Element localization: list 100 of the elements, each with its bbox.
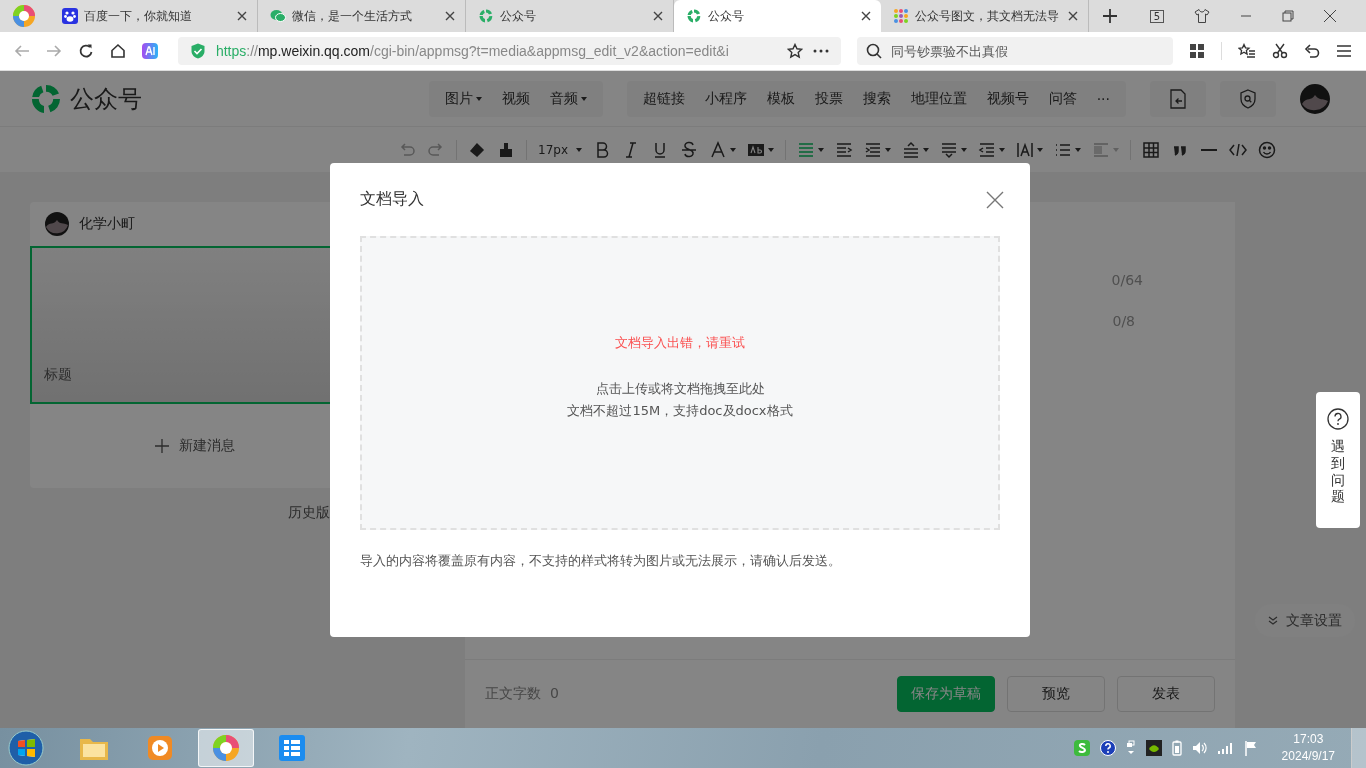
logo-title: 公众号: [70, 83, 142, 115]
close-icon[interactable]: [861, 11, 871, 21]
letter-icon[interactable]: [1016, 140, 1034, 159]
start-button[interactable]: [8, 730, 44, 766]
table-icon[interactable]: [1142, 140, 1160, 159]
new-tab-icon[interactable]: [1103, 9, 1117, 23]
dialog-title: 文档导入: [360, 189, 424, 210]
document-arrow-icon: [1170, 88, 1186, 109]
question-icon: [1327, 408, 1349, 430]
chevrons-down-icon: [1268, 615, 1278, 626]
close-icon[interactable]: [1324, 10, 1336, 22]
play-icon: [146, 734, 174, 762]
action-button[interactable]: 发表: [1117, 676, 1215, 712]
word-count: 正文字数 0: [485, 685, 559, 703]
indent-icon[interactable]: [864, 140, 882, 159]
shield-search-icon: [1239, 88, 1257, 109]
import-note: 导入的内容将覆盖原有内容，不支持的样式将转为图片或无法展示，请确认后发送。: [360, 552, 842, 570]
search-field[interactable]: 同号钞票验不出真假: [857, 37, 1174, 65]
close-icon[interactable]: [237, 11, 247, 21]
insert-menu-item[interactable]: 投票: [814, 89, 843, 108]
caret-icon[interactable]: [580, 96, 587, 101]
insert-menu-item[interactable]: 视频: [501, 89, 530, 108]
shirt-icon[interactable]: [1194, 8, 1210, 24]
insert-menu-item[interactable]: 图片: [444, 89, 473, 108]
brush-icon[interactable]: [497, 140, 515, 159]
graphics-chip-icon[interactable]: [1145, 740, 1162, 756]
insert-menu-item[interactable]: 超链接: [642, 89, 685, 108]
close-icon[interactable]: [986, 190, 1004, 209]
upload-limits: 文档不超过15M，支持doc及docx格式: [567, 402, 793, 420]
help-panel[interactable]: 遇到问题: [1316, 392, 1360, 528]
insert-menu-item[interactable]: 搜索: [862, 89, 891, 108]
security-shield-button[interactable]: [1220, 80, 1276, 117]
eraser-icon[interactable]: [468, 140, 486, 159]
caret-icon[interactable]: [475, 96, 482, 101]
star-icon[interactable]: [787, 43, 804, 59]
apps-grid-icon[interactable]: [1189, 43, 1206, 59]
emoji-icon[interactable]: [1258, 140, 1276, 159]
favorites-list-icon[interactable]: [1238, 43, 1257, 59]
spacing-icon[interactable]: [940, 140, 958, 159]
shield-check-icon: [189, 43, 206, 59]
caret-icon: [576, 147, 582, 152]
color-icon[interactable]: [709, 140, 727, 159]
close-icon[interactable]: [1068, 11, 1078, 21]
caret-icon[interactable]: [885, 147, 891, 152]
browser-logo-icon[interactable]: [12, 4, 36, 28]
insert-menu-item[interactable]: 小程序: [704, 89, 747, 108]
avatar[interactable]: [1300, 83, 1330, 114]
caret-icon[interactable]: [961, 147, 967, 152]
history-link[interactable]: 历史版: [288, 504, 330, 520]
indent-right-icon[interactable]: [835, 140, 853, 159]
insert-menu-item[interactable]: 问答: [1048, 89, 1077, 108]
scissors-icon[interactable]: [1272, 43, 1289, 59]
caret-icon[interactable]: [999, 147, 1005, 152]
home-icon[interactable]: [109, 43, 126, 59]
tab-title: 公众号: [500, 7, 537, 25]
import-document-button[interactable]: [1150, 80, 1206, 117]
more-icon[interactable]: [813, 49, 830, 53]
avatar: [45, 212, 69, 236]
caret-icon[interactable]: [1037, 147, 1043, 152]
restore-icon[interactable]: [1282, 10, 1294, 22]
dot-grid-icon: [893, 8, 909, 24]
reload-icon[interactable]: [77, 43, 94, 59]
browser-logo-icon: [212, 734, 240, 762]
insert-menu-item[interactable]: 视频号: [986, 89, 1029, 108]
help-label: 遇到问题: [1331, 438, 1345, 506]
tab-title: 微信，是一个生活方式: [292, 7, 413, 25]
new-message-button[interactable]: 新建消息: [30, 404, 360, 488]
caret-icon[interactable]: [730, 147, 736, 152]
address-field[interactable]: https://mp.weixin.qq.com/cgi-bin/appmsg?t=media&appmsg_edit_v2&action=edit&i: [177, 37, 842, 65]
upload-drop-zone[interactable]: 文档导入出错，请重试 点击上传或将文档拖拽至此处 文档不超过15M，支持doc及docx格式: [360, 236, 1000, 530]
list-app-icon: [278, 734, 306, 762]
swirl-logo-icon: [686, 8, 702, 24]
line-height-icon[interactable]: [902, 140, 920, 159]
input-method-icon[interactable]: [1073, 740, 1090, 756]
insert-menu-item[interactable]: 地理位置: [910, 89, 967, 108]
insert-menu-item[interactable]: 音频: [549, 89, 578, 108]
caret-icon[interactable]: [768, 147, 774, 152]
ai-assistant-icon[interactable]: [141, 43, 158, 59]
browser-tab[interactable]: 公众号: [674, 0, 881, 32]
close-icon[interactable]: [653, 11, 663, 21]
strike-icon[interactable]: [680, 140, 698, 159]
upload-hint: 点击上传或将文档拖拽至此处: [595, 380, 765, 398]
paw-icon: [62, 8, 78, 24]
plus-icon: [155, 439, 169, 453]
taskbar-button[interactable]: [198, 729, 254, 767]
font-size-dropdown[interactable]: 17px: [538, 142, 582, 157]
close-icon[interactable]: [445, 11, 455, 21]
caret-icon[interactable]: [1075, 147, 1081, 152]
menu-icon[interactable]: [1336, 44, 1353, 58]
insert-menu-item[interactable]: 模板: [766, 89, 795, 108]
caret-icon[interactable]: [818, 147, 824, 152]
undo-icon[interactable]: [1304, 43, 1321, 59]
insert-menu-item[interactable]: ···: [1096, 90, 1110, 107]
caret-icon[interactable]: [923, 147, 929, 152]
outdent-icon[interactable]: [978, 140, 996, 159]
help-icon[interactable]: [1099, 740, 1116, 756]
windows-arrow-icon[interactable]: [1125, 740, 1136, 756]
action-button[interactable]: 预览: [1007, 676, 1105, 712]
tab-count[interactable]: 5: [1149, 9, 1164, 23]
clock[interactable]: 17:03 2024/9/17: [1281, 731, 1335, 765]
